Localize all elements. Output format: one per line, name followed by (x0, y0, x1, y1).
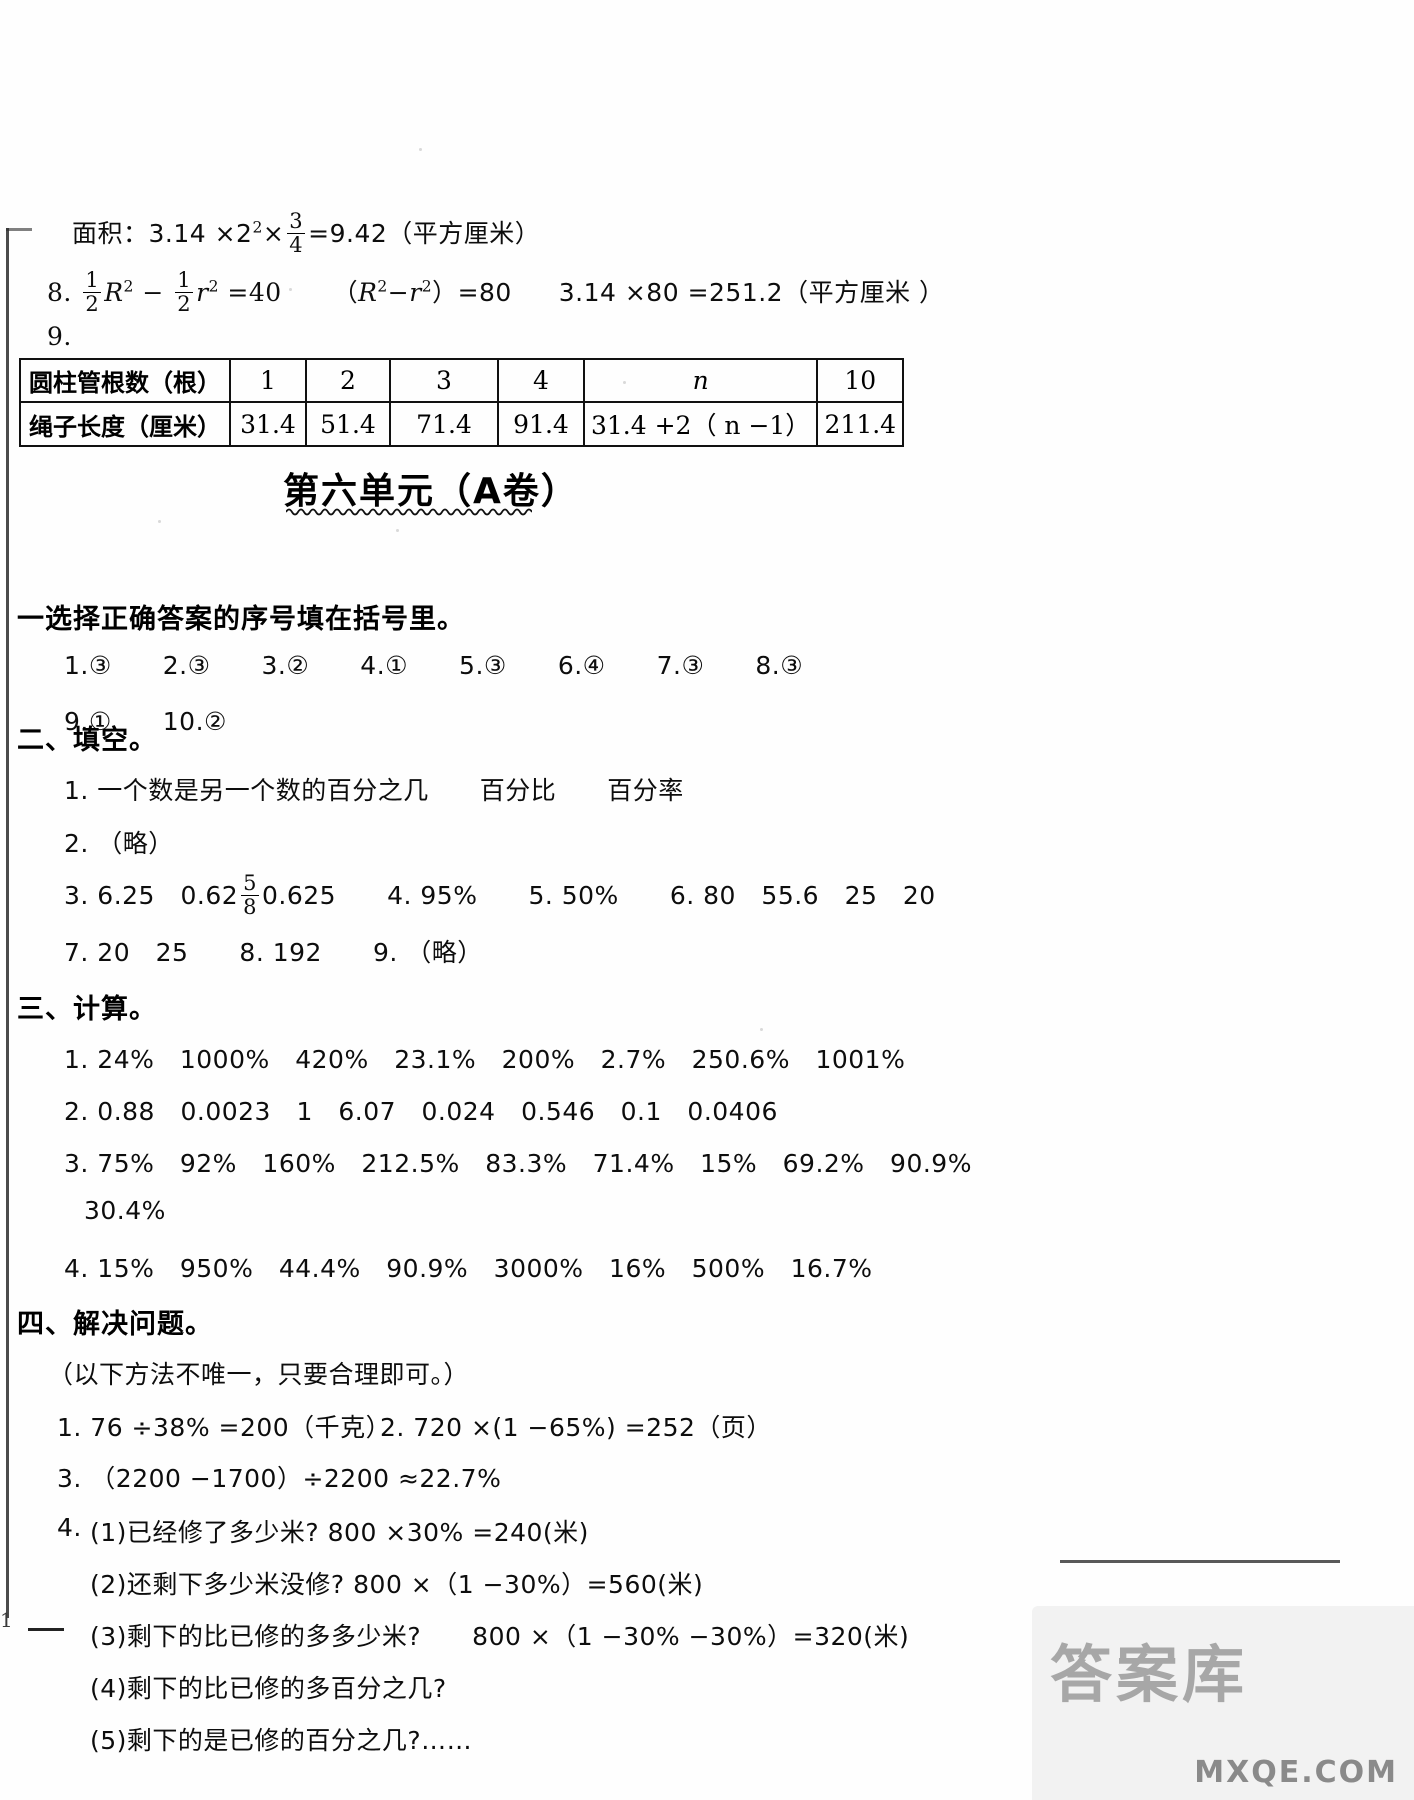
item8-paren-open: （ (332, 278, 359, 307)
item8-variable-r2: r (409, 278, 422, 307)
scan-speck (760, 1028, 763, 1031)
table-cell: 31.4 +2（ n −1） (582, 401, 819, 447)
fraction-denominator: 4 (287, 233, 306, 257)
cylinder-rope-table: 圆柱管根数（根） 1 2 3 4 n 10 绳子长度（厘米） 31.4 51.4… (19, 358, 905, 447)
scan-speck (396, 529, 399, 532)
watermark-sub-text: MXQE.COM (1194, 1755, 1398, 1790)
scan-speck (289, 288, 292, 291)
page-number: 1 (0, 1608, 13, 1632)
document-page: 1 面积：3.14 ×22× 3 4 =9.42（平方厘米） 8. 1 2 R2 − 12… (0, 0, 1414, 1800)
item8-variable-R: R (104, 278, 124, 307)
section4-item-1: 1. 76 ÷38% =200（千克） (57, 1413, 392, 1442)
item8-variable-r: r (196, 278, 209, 307)
area-formula-line: 面积：3.14 ×22× 3 4 =9.42（平方厘米） (72, 209, 541, 258)
section4-item-3: 3. （2200 −1700）÷2200 ≈22.7% (57, 1464, 502, 1493)
item8-fraction-1: 12 (83, 268, 102, 316)
section3-item-4: 4. 15% 950% 44.4% 90.9% 3000% 16% 500% 1… (64, 1254, 873, 1283)
table-cell: 211.4 (816, 401, 905, 447)
section2-item3-fraction: 58 (241, 871, 260, 919)
item8-equals-40: =40 (227, 278, 282, 307)
scan-dash-mark (28, 1628, 64, 1631)
area-formula-prefix: 面积：3.14 ×2 (72, 219, 253, 248)
table-cell: 1 (229, 358, 307, 403)
section2-item-3: 3. 6.25 0.62 5 8 0.625 4. 95% 5. 50% 6. 80 … (64, 871, 936, 920)
fraction-numerator: 1 (177, 268, 192, 292)
section-heading-3: 三、计算。 (17, 994, 157, 1025)
item8-dash: − (387, 278, 410, 307)
section3-item-3: 3. 75% 92% 160% 212.5% 83.3% 71.4% 15% 6… (64, 1149, 972, 1178)
table-row: 圆柱管根数（根） 1 2 3 4 n 10 (19, 358, 905, 403)
section3-item-2: 2. 0.88 0.0023 1 6.07 0.024 0.546 0.1 0.… (64, 1097, 778, 1126)
fraction-denominator: 2 (83, 292, 102, 316)
item8-tail: 3.14 ×80 =251.2（平方厘米 ） (558, 278, 945, 307)
section4-item-2: 2. 720 ×(1 −65%) =252（页） (380, 1413, 772, 1442)
section2-item-7: 7. 20 25 8. 192 9. （略） (64, 938, 483, 967)
item8-index: 8. (47, 278, 72, 307)
table-cell: n (582, 358, 819, 403)
section2-item3-prefix: 3. 6.25 0.62 (64, 881, 239, 910)
area-formula-result: =9.42（平方厘米） (308, 219, 541, 248)
scan-edge-left (6, 228, 9, 1618)
section4-item-4-sub-1: (1)已经修了多少米? 800 ×30% =240(米) (90, 1518, 589, 1547)
fraction-numerator: 3 (289, 209, 304, 233)
section4-item-4-label: 4. (57, 1513, 82, 1542)
area-formula-exponent: 2 (252, 218, 263, 237)
section4-item-4-sub-5: (5)剩下的是已修的百分之几?…… (90, 1726, 473, 1755)
table-row: 绳子长度（厘米） 31.4 51.4 71.4 91.4 31.4 +2（ n … (19, 401, 905, 447)
section2-item-2: 2. （略） (64, 829, 174, 858)
section4-item-4-sub-3: (3)剩下的比已修的多多少米? 800 ×（1 −30% −30%）=320(米… (90, 1622, 910, 1651)
section-heading-4: 四、解决问题。 (17, 1309, 213, 1340)
scan-speck (623, 381, 626, 384)
section4-item-4-sub-4: (4)剩下的比已修的多百分之几? (90, 1674, 447, 1703)
section-heading-2: 二、填空。 (17, 725, 157, 756)
table-cell: 51.4 (305, 401, 391, 447)
scan-speck (419, 148, 422, 151)
fraction-denominator: 2 (175, 292, 194, 316)
section3-item-3-continued: 30.4% (84, 1196, 166, 1225)
table-cell: 31.4 (229, 401, 307, 447)
table-cell: 4 (497, 358, 585, 403)
table-cell: 2 (305, 358, 391, 403)
scan-speck (158, 520, 161, 523)
table-row-header: 圆柱管根数（根） (19, 358, 231, 403)
item8-fraction-2: 12 (175, 268, 194, 316)
title-wavy-underline (286, 508, 532, 516)
watermark-main-text: 答案库 (1050, 1638, 1249, 1711)
table-cell: 3 (389, 358, 499, 403)
item8-exp-1: 2 (123, 277, 134, 296)
section4-note: （以下方法不唯一，只要合理即可。） (48, 1360, 470, 1389)
section1-answers-row-1: 1.③ 2.③ 3.② 4.① 5.③ 6.④ 7.③ 8.③ (64, 651, 804, 680)
answer-item-9-label: 9. (47, 322, 72, 351)
scan-edge-right (1060, 1560, 1340, 1563)
table-row-header: 绳子长度（厘米） (19, 401, 231, 447)
section3-item-1: 1. 24% 1000% 420% 23.1% 200% 2.7% 250.6%… (64, 1045, 906, 1074)
table-cell: 10 (816, 358, 905, 403)
watermark-badge: 答案库 MXQE.COM (1032, 1606, 1414, 1800)
section4-item-4-sub-2: (2)还剩下多少米没修? 800 ×（1 −30%）=560(米) (90, 1570, 704, 1599)
item8-variable-R2: R (358, 278, 378, 307)
answer-item-8: 8. 1 2 R2 − 1 2 r2 =40 （R2−r2）=80 3.14 ×80 =… (47, 268, 945, 317)
fraction-denominator: 8 (241, 895, 260, 919)
section2-item-1: 1. 一个数是另一个数的百分之几 百分比 百分率 (64, 776, 684, 805)
item8-exp-4: 2 (421, 277, 433, 296)
table-cell: 71.4 (389, 401, 499, 447)
area-formula-fraction: 34 (287, 209, 306, 257)
table-cell: 91.4 (497, 401, 585, 447)
item8-paren-close: ）=80 (432, 278, 512, 307)
item8-exp-3: 2 (377, 277, 388, 296)
item8-minus: − (142, 278, 164, 307)
area-formula-times: × (262, 219, 285, 248)
section2-item3-suffix: 0.625 4. 95% 5. 50% 6. 80 55.6 25 20 (262, 881, 936, 910)
item8-exp-2: 2 (208, 277, 219, 296)
fraction-numerator: 5 (243, 871, 258, 895)
fraction-numerator: 1 (85, 268, 100, 292)
scan-edge-top (6, 228, 32, 231)
section-heading-1: 一选择正确答案的序号填在括号里。 (17, 604, 465, 635)
